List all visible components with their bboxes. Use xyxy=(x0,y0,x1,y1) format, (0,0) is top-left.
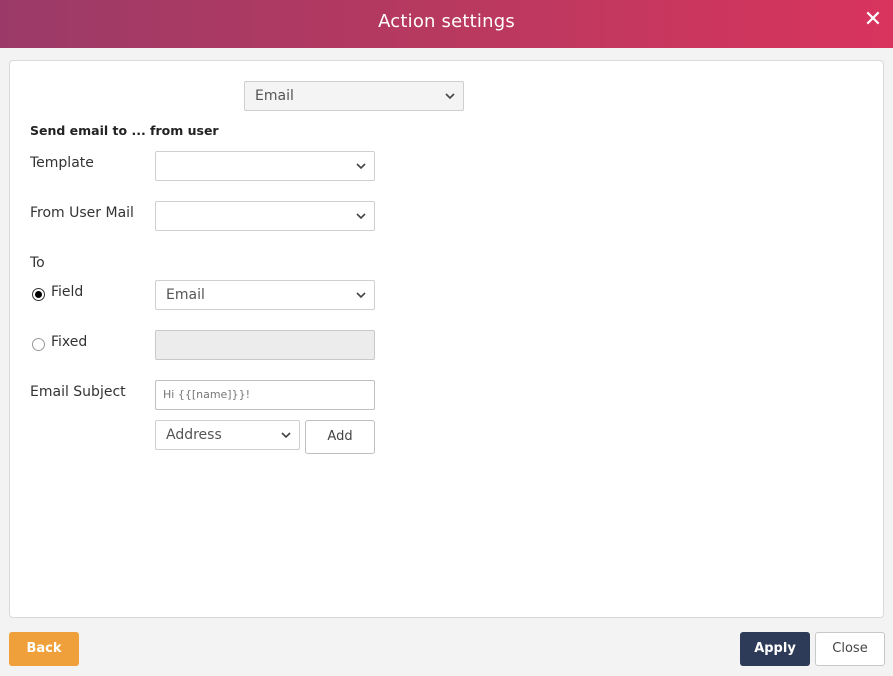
action-type-value: Email xyxy=(255,88,294,104)
chevron-down-icon xyxy=(445,91,455,101)
back-button[interactable]: Back xyxy=(9,632,79,666)
template-label: Template xyxy=(30,155,94,171)
close-icon[interactable]: ✕ xyxy=(863,8,883,32)
apply-button[interactable]: Apply xyxy=(740,632,810,666)
to-field-value: Email xyxy=(166,287,205,303)
close-button[interactable]: Close xyxy=(815,632,885,666)
add-button[interactable]: Add xyxy=(305,420,375,454)
insert-field-select[interactable]: Address xyxy=(155,420,300,450)
chevron-down-icon xyxy=(356,161,366,171)
email-subject-input[interactable]: Hi {{[name]}}! xyxy=(155,380,375,410)
email-subject-label: Email Subject xyxy=(30,384,126,400)
chevron-down-icon xyxy=(281,430,291,440)
field-radio[interactable] xyxy=(32,288,45,301)
fixed-radio-label: Fixed xyxy=(51,334,88,350)
from-user-mail-label: From User Mail xyxy=(30,205,134,221)
template-select[interactable] xyxy=(155,151,375,181)
dialog-titlebar: Action settings ✕ xyxy=(0,0,893,48)
chevron-down-icon xyxy=(356,290,366,300)
fixed-email-input[interactable] xyxy=(155,330,375,360)
fixed-radio[interactable] xyxy=(32,338,45,351)
from-user-mail-select[interactable] xyxy=(155,201,375,231)
chevron-down-icon xyxy=(356,211,366,221)
dialog-title: Action settings xyxy=(378,11,515,32)
to-field-select[interactable]: Email xyxy=(155,280,375,310)
action-type-select[interactable]: Email xyxy=(244,81,464,111)
field-radio-label: Field xyxy=(51,284,84,300)
insert-field-value: Address xyxy=(166,427,222,443)
to-label: To xyxy=(30,255,45,271)
section-heading: Send email to ... from user xyxy=(30,123,219,138)
settings-panel: Email Send email to ... from user Templa… xyxy=(9,60,884,618)
